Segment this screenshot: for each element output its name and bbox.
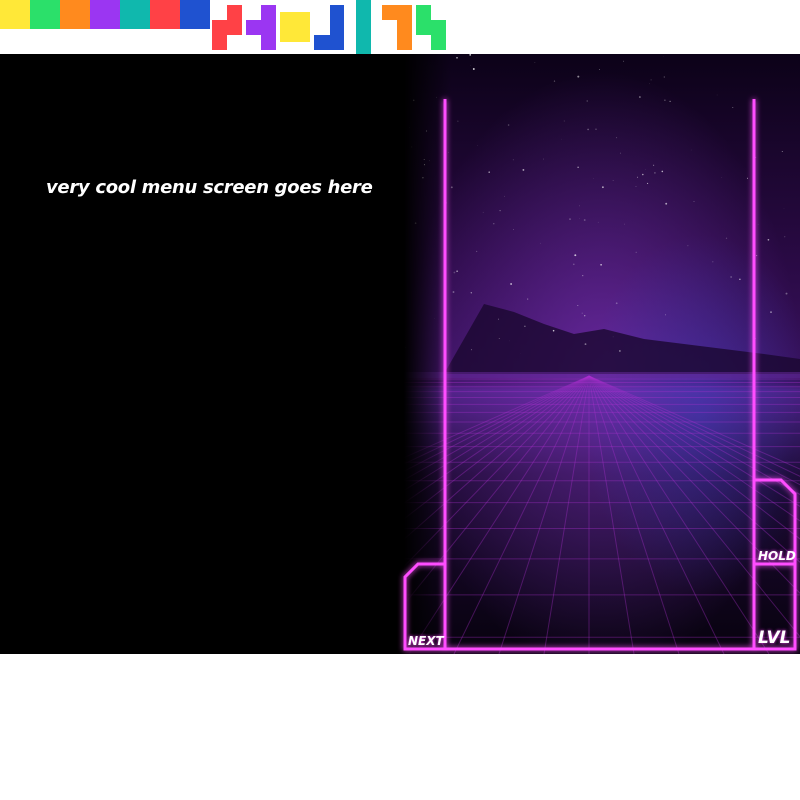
tetromino-sprites bbox=[212, 0, 446, 54]
next-label: NEXT bbox=[408, 634, 444, 648]
playfield-frame bbox=[403, 99, 797, 651]
game-screen: very cool menu screen goes here NEXT HOL… bbox=[0, 54, 800, 654]
l-piece-orange-icon bbox=[382, 5, 412, 50]
t-piece-purple-icon bbox=[246, 5, 276, 50]
o-piece-yellow-icon bbox=[280, 12, 310, 42]
s-piece-green-icon bbox=[416, 5, 446, 50]
z-piece-red-icon bbox=[212, 5, 242, 50]
j-piece-blue-icon bbox=[314, 5, 344, 50]
i-piece-teal-icon bbox=[356, 0, 371, 54]
color-palette-strip bbox=[0, 0, 800, 54]
playfield-border bbox=[443, 99, 756, 651]
level-label: LVL bbox=[758, 628, 791, 648]
hold-label: HOLD bbox=[758, 549, 796, 563]
